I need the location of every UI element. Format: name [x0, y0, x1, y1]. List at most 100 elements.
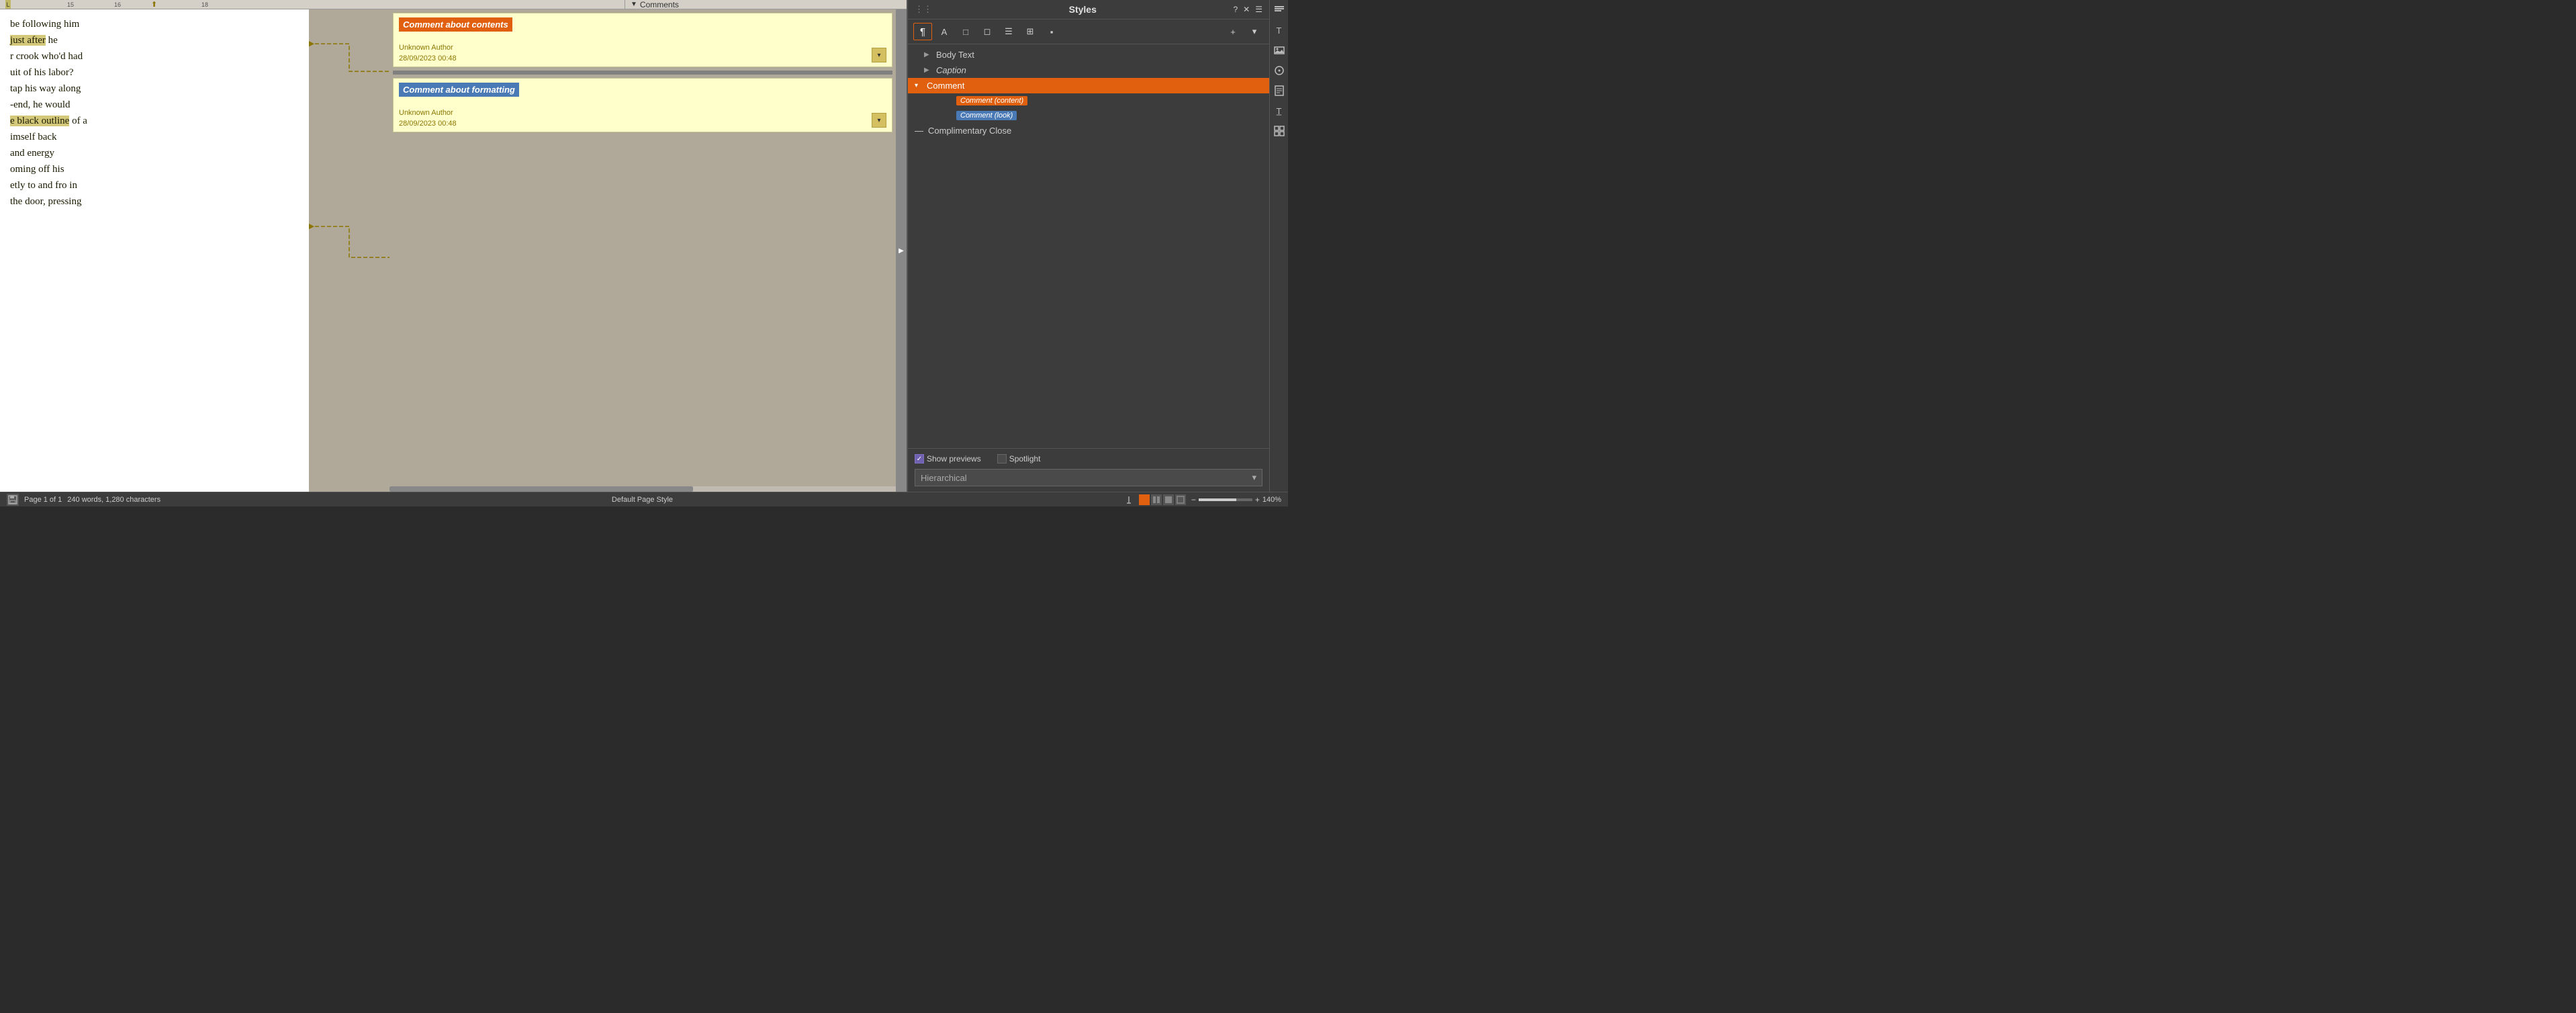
style-item-comment[interactable]: ▾ Comment [908, 78, 1269, 93]
comment-1-label: Comment about contents [399, 17, 512, 32]
show-previews-checkbox[interactable]: ✓ Show previews [915, 454, 981, 464]
image-icon[interactable] [1272, 43, 1287, 58]
styles-close-btn[interactable]: ✕ [1243, 5, 1250, 14]
text-line-8: imself back [10, 129, 299, 145]
styles-header-actions: ? ✕ ☰ [1233, 5, 1262, 14]
drag-handle[interactable]: ⋮⋮ [915, 4, 932, 15]
style-item-body-text[interactable]: ▶ Body Text [908, 47, 1269, 62]
comment-2-dropdown[interactable]: ▾ [872, 113, 886, 128]
view-mode-2[interactable] [1151, 494, 1162, 505]
format-icon[interactable]: T [1272, 23, 1287, 38]
body-text-label: Body Text [936, 50, 974, 60]
save-icon[interactable] [7, 494, 19, 506]
connector-svg [309, 9, 389, 492]
show-previews-label: Show previews [927, 454, 981, 464]
complimentary-close-label: Complimentary Close [928, 126, 1011, 136]
zoom-slider-fill [1199, 498, 1236, 501]
navigator-icon[interactable] [1272, 63, 1287, 78]
view-normal[interactable] [1139, 494, 1150, 505]
highlight-black-outline: e black outline [10, 116, 69, 126]
comments-header-label: Comments [640, 0, 679, 9]
text-line-12: the door, pressing [10, 193, 299, 210]
style-item-caption[interactable]: ▶ Caption [908, 62, 1269, 78]
view-mode-4[interactable] [1175, 494, 1186, 505]
ruler-icon: L [5, 0, 11, 9]
connector-container [309, 9, 389, 492]
paragraph-styles-btn[interactable]: ¶ [913, 23, 932, 40]
comments-scrollbar[interactable] [389, 486, 896, 492]
char-styles-btn[interactable]: A [935, 23, 954, 40]
image-styles-btn[interactable]: ▪ [1042, 23, 1061, 40]
properties-icon[interactable] [1272, 3, 1287, 17]
doc-comments-wrapper: be following him just after he r crook w… [0, 9, 907, 492]
comment-2-date: 28/09/2023 00:48 [399, 120, 457, 128]
caption-arrow: ▶ [924, 67, 932, 74]
text-line-4: uit of his labor? [10, 64, 299, 81]
comments-arrow: ▼ [631, 1, 637, 8]
status-center: Default Page Style [612, 496, 673, 504]
style-item-complimentary-close[interactable]: — Complimentary Close [908, 123, 1269, 138]
style-item-comment-look[interactable]: Comment (look) [908, 108, 1269, 123]
text-line-11: etly to and fro in [10, 177, 299, 193]
table-styles-btn[interactable]: ⊞ [1021, 23, 1040, 40]
page-style: Default Page Style [612, 496, 673, 504]
hierarchical-label: Hierarchical [921, 473, 967, 483]
list-styles-btn[interactable]: ☰ [999, 23, 1018, 40]
body-text-arrow: ▶ [924, 51, 932, 58]
new-style-btn[interactable]: + [1224, 23, 1242, 40]
zoom-slider[interactable] [1199, 498, 1252, 501]
status-left: Page 1 of 1 240 words, 1,280 characters [7, 494, 160, 506]
page-icon[interactable] [1272, 83, 1287, 98]
highlight-just-after: just after [10, 35, 46, 46]
comment-2-footer: Unknown Author 28/09/2023 00:48 ▾ [399, 106, 886, 128]
comment-content-badge: Comment (content) [956, 96, 1027, 105]
comment-item-2[interactable]: Comment about formatting Unknown Author … [393, 78, 892, 132]
comment-style-label: Comment [927, 81, 964, 91]
text-line-5: tap his way along [10, 81, 299, 97]
far-right-panel: T T̲ [1269, 0, 1288, 492]
zoom-out-btn[interactable]: − [1191, 495, 1196, 504]
styles-menu-btn[interactable]: ☰ [1255, 5, 1262, 14]
show-previews-row: ✓ Show previews Spotlight [915, 454, 1262, 464]
ruler-mark-16: 16 [114, 1, 121, 8]
main-container: L 15 16 ⬆ 18 ▼ Comments be followin [0, 0, 1288, 492]
status-right: − + 140% [1124, 494, 1281, 505]
text-line-6: -end, he would [10, 97, 299, 113]
document-area: L 15 16 ⬆ 18 ▼ Comments be followin [0, 0, 907, 492]
page-styles-btn[interactable]: ◻ [978, 23, 997, 40]
hierarchical-dropdown[interactable]: Hierarchical ▾ [915, 469, 1262, 486]
comment-item-1[interactable]: Comment about contents Unknown Author 28… [393, 13, 892, 67]
comments-header-ruler[interactable]: ▼ Comments [625, 0, 907, 9]
collapse-icon: ▶ [899, 247, 904, 255]
style-item-comment-content[interactable]: Comment (content) [908, 93, 1269, 108]
comment-1-info: Unknown Author 28/09/2023 00:48 [399, 41, 457, 62]
zoom-controls: − + 140% [1191, 495, 1281, 504]
styles-toolbar: ¶ A □ ◻ ☰ ⊞ ▪ + ▾ [908, 19, 1269, 44]
view-mode-3[interactable] [1163, 494, 1174, 505]
format-T-icon: T [1277, 26, 1282, 36]
frame-styles-btn[interactable]: □ [956, 23, 975, 40]
styles-panel: ⋮⋮ Styles ? ✕ ☰ ¶ A □ ◻ ☰ ⊞ ▪ + ▾ ▶ [907, 0, 1269, 492]
page-info: Page 1 of 1 [24, 496, 62, 504]
styles-footer: ✓ Show previews Spotlight Hierarchical ▾ [908, 448, 1269, 492]
ruler-mark-15: 15 [67, 1, 74, 8]
styles-header: ⋮⋮ Styles ? ✕ ☰ [908, 0, 1269, 19]
text-line-10: oming off his [10, 161, 299, 177]
text-line-9: and energy [10, 145, 299, 161]
gallery-icon[interactable] [1272, 124, 1287, 138]
comment-spacer-1 [393, 71, 892, 75]
comment-2-author: Unknown Author [399, 109, 457, 117]
styles-help-btn[interactable]: ? [1233, 5, 1238, 14]
styles-dropdown-btn[interactable]: ▾ [1245, 23, 1264, 40]
status-bar: Page 1 of 1 240 words, 1,280 characters … [0, 492, 1288, 506]
text-line-2: just after he [10, 32, 299, 48]
collapse-arrow[interactable]: ▶ [896, 9, 907, 492]
comment-1-dropdown[interactable]: ▾ [872, 48, 886, 62]
styles-title: Styles [1069, 4, 1097, 15]
styles-icon-right[interactable]: T̲ [1272, 103, 1287, 118]
word-count: 240 words, 1,280 characters [67, 496, 160, 504]
document-page: be following him just after he r crook w… [0, 9, 309, 492]
spotlight-checkbox[interactable]: Spotlight [997, 454, 1041, 464]
zoom-in-btn[interactable]: + [1255, 495, 1260, 504]
comment-1-footer: Unknown Author 28/09/2023 00:48 ▾ [399, 41, 886, 62]
